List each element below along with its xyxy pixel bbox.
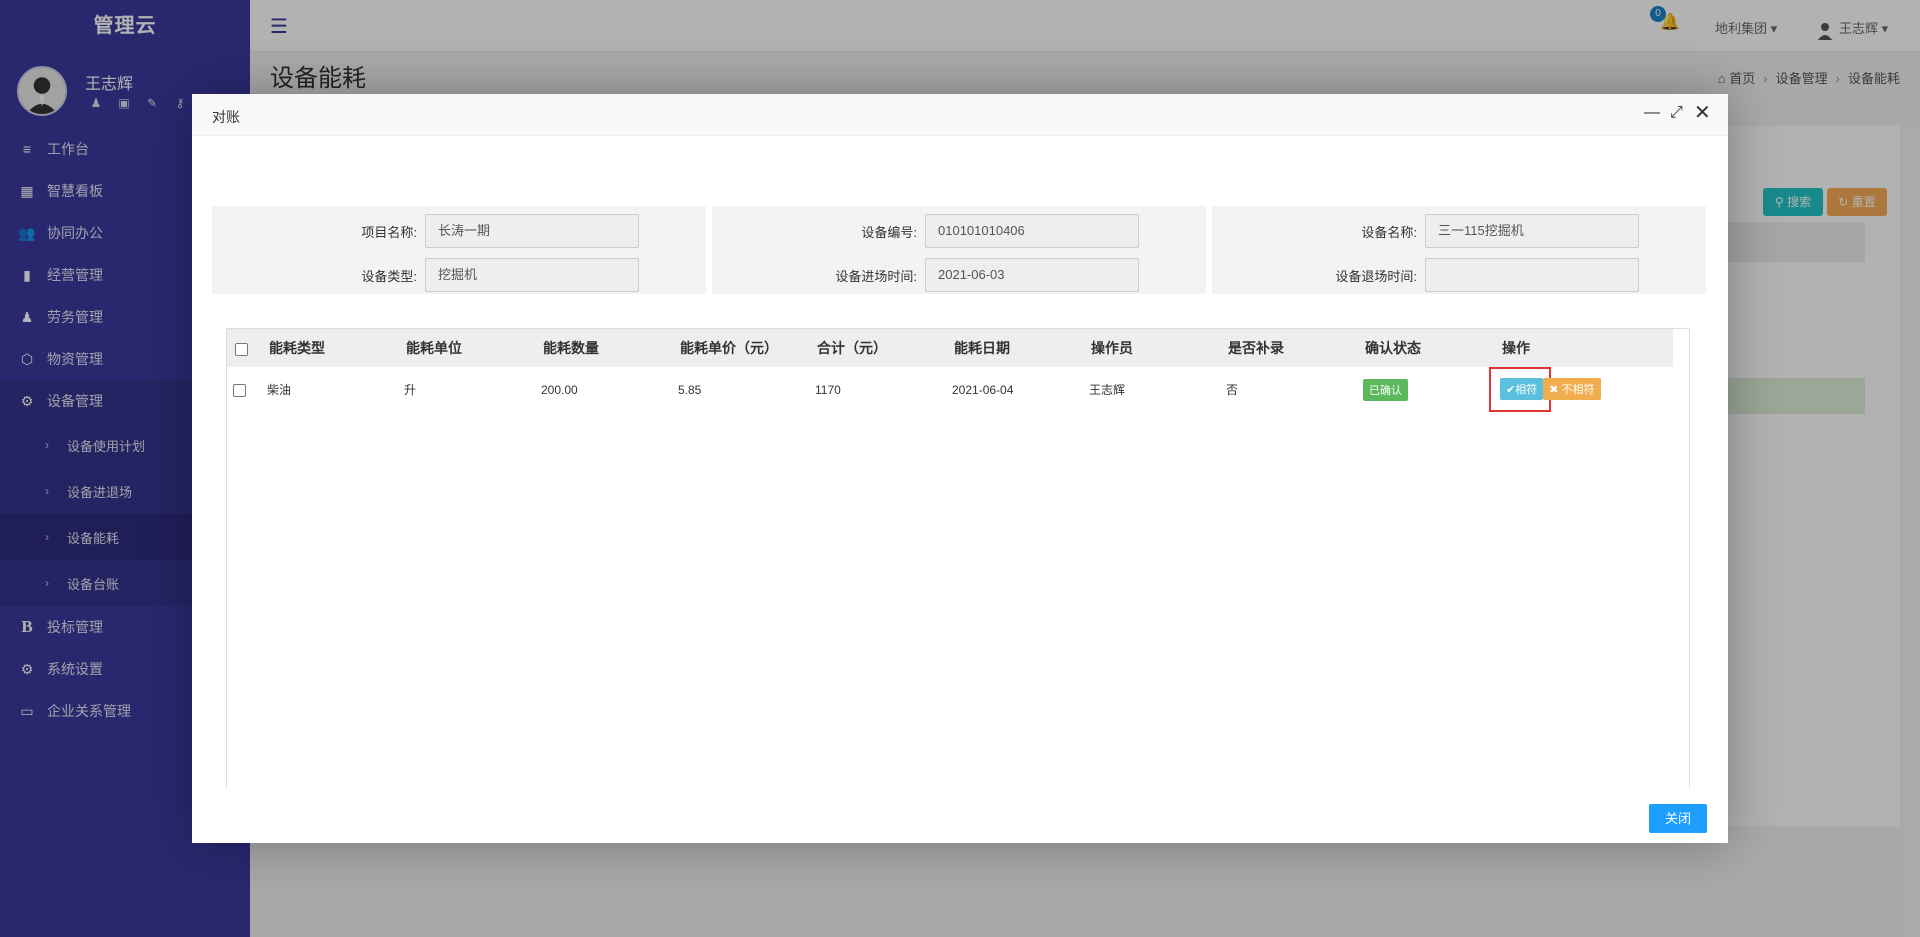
highlight-box: ✔相符 (1489, 367, 1552, 412)
form-row: 设备名称: 三一115挖掘机 (1212, 212, 1706, 250)
equipment-info-form: 项目名称: 长涛一期 设备类型: 挖掘机 设备编号: 010101010406 … (212, 206, 1706, 294)
column-header[interactable]: 能耗类型 (261, 329, 398, 367)
close-button[interactable]: 关闭 (1649, 804, 1707, 833)
exit-time-field[interactable] (1425, 258, 1639, 292)
form-row: 设备编号: 010101010406 (712, 212, 1206, 250)
minimize-icon[interactable]: — (1644, 104, 1660, 122)
column-header[interactable]: 能耗日期 (946, 329, 1083, 367)
row-select-cell (227, 367, 261, 412)
select-all-cell (227, 329, 261, 367)
x-icon: ✖ (1549, 384, 1562, 396)
project-name-field[interactable]: 长涛一期 (425, 214, 639, 248)
form-row: 项目名称: 长涛一期 (212, 212, 706, 250)
equipment-no-label: 设备编号: (861, 224, 917, 240)
equipment-type-label: 设备类型: (361, 268, 417, 284)
equipment-no-field[interactable]: 010101010406 (925, 214, 1139, 248)
entry-time-field[interactable]: 2021-06-03 (925, 258, 1139, 292)
close-icon[interactable]: ✕ (1694, 100, 1711, 125)
table-header-row: 能耗类型 能耗单位 能耗数量 能耗单价（元） 合计（元） 能耗日期 操作员 是否… (227, 329, 1673, 367)
column-header[interactable]: 能耗数量 (535, 329, 672, 367)
equipment-type-field[interactable]: 挖掘机 (425, 258, 639, 292)
dialog-header: 对账 — ⤢ ✕ (192, 94, 1728, 136)
operator-cell: 王志辉 (1089, 383, 1126, 397)
check-icon: ✔ (1506, 384, 1516, 396)
energy-table-container: 能耗类型 能耗单位 能耗数量 能耗单价（元） 合计（元） 能耗日期 操作员 是否… (226, 328, 1690, 788)
column-header: 操作 (1502, 340, 1530, 356)
column-header[interactable]: 确认状态 (1357, 329, 1494, 367)
equipment-name-label: 设备名称: (1361, 224, 1417, 240)
energy-table: 能耗类型 能耗单位 能耗数量 能耗单价（元） 合计（元） 能耗日期 操作员 是否… (227, 329, 1673, 412)
column-header[interactable]: 操作员 (1083, 329, 1220, 367)
table-row[interactable]: 柴油 升 200.00 5.85 1170 2021-06-04 王志辉 否 已… (227, 367, 1673, 412)
match-button[interactable]: ✔相符 (1500, 378, 1544, 400)
energy-total-cell: 1170 (815, 382, 841, 397)
column-header[interactable]: 能耗单价（元） (672, 329, 809, 367)
maximize-icon[interactable]: ⤢ (1670, 104, 1683, 122)
equipment-name-field[interactable]: 三一115挖掘机 (1425, 214, 1639, 248)
energy-price-cell: 5.85 (678, 382, 702, 397)
form-column: 项目名称: 长涛一期 设备类型: 挖掘机 (212, 206, 706, 294)
row-checkbox[interactable] (233, 383, 246, 397)
project-name-label: 项目名称: (361, 224, 417, 240)
form-row: 设备退场时间: (1212, 256, 1706, 294)
energy-date-cell: 2021-06-04 (952, 382, 1014, 397)
supplement-cell: 否 (1226, 383, 1239, 397)
form-row: 设备类型: 挖掘机 (212, 256, 706, 294)
actions-cell: ✔相符 ✖ 不相符 (1489, 367, 1673, 412)
status-cell: 已确认 (1357, 367, 1494, 412)
column-header[interactable]: 能耗单位 (398, 329, 535, 367)
form-row: 设备进场时间: 2021-06-03 (712, 256, 1206, 294)
mismatch-button-label: 不相符 (1561, 384, 1595, 396)
energy-type-cell: 柴油 (267, 383, 292, 397)
column-header[interactable]: 合计（元） (809, 329, 946, 367)
exit-time-label: 设备退场时间: (1335, 268, 1417, 284)
mismatch-button[interactable]: ✖ 不相符 (1543, 378, 1601, 400)
form-column: 设备编号: 010101010406 设备进场时间: 2021-06-03 (712, 206, 1206, 294)
column-header[interactable]: 是否补录 (1220, 329, 1357, 367)
dialog-title: 对账 (212, 109, 240, 125)
entry-time-label: 设备进场时间: (835, 268, 917, 284)
form-column: 设备名称: 三一115挖掘机 设备退场时间: (1212, 206, 1706, 294)
match-button-label: 相符 (1515, 384, 1538, 396)
status-badge: 已确认 (1363, 378, 1408, 401)
energy-unit-cell: 升 (404, 383, 417, 397)
energy-qty-cell: 200.00 (541, 382, 578, 397)
reconcile-dialog: 对账 — ⤢ ✕ 项目名称: 长涛一期 设备类型: 挖掘机 设备编号: 0101… (192, 94, 1728, 843)
select-all-checkbox[interactable] (235, 342, 248, 356)
